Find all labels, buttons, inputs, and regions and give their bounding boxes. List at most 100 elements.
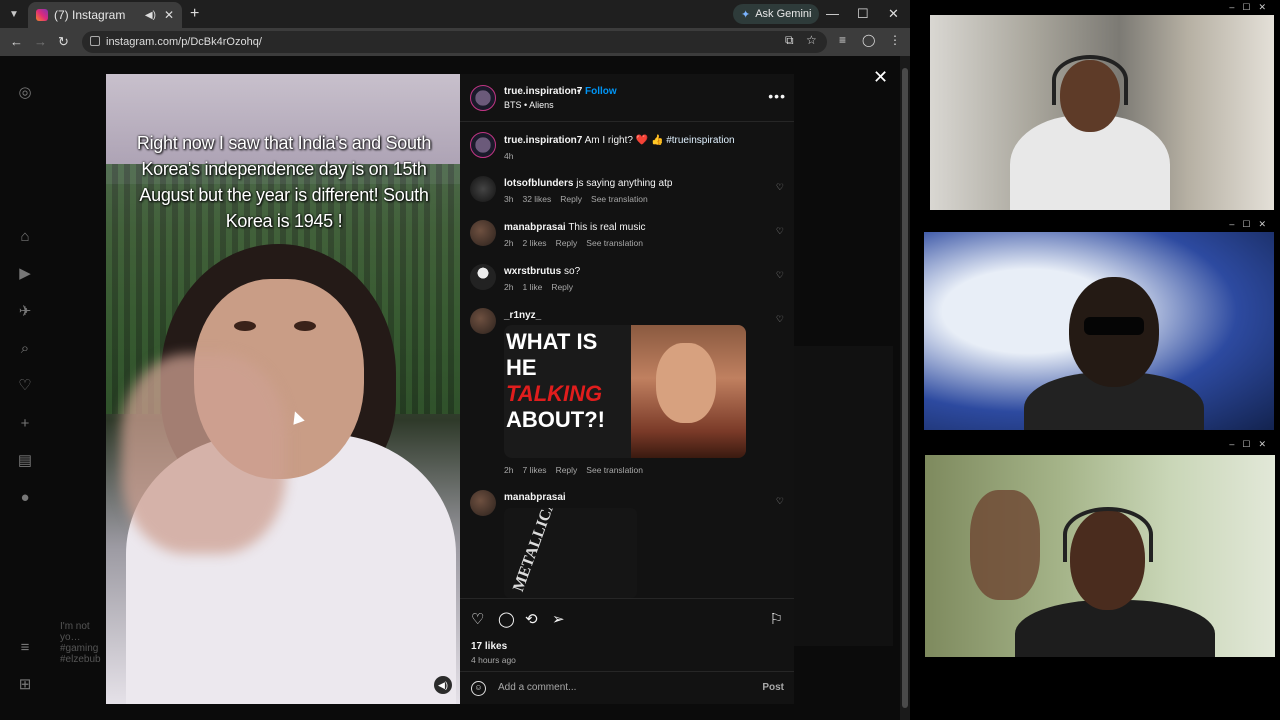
comment-avatar[interactable] [470, 220, 496, 246]
tile-window-controls[interactable]: –☐✕ [1229, 2, 1274, 13]
comment-username[interactable]: manabprasai [504, 492, 566, 503]
comment-username[interactable]: wxrstbrutus [504, 266, 561, 277]
close-modal-icon[interactable]: ✕ [873, 67, 888, 88]
scrollbar-thumb[interactable] [902, 68, 908, 708]
more-menu-icon[interactable]: ≡ [17, 640, 33, 656]
tile-window-controls[interactable]: –☐✕ [1229, 219, 1274, 230]
comment-likes[interactable]: 32 likes [522, 194, 551, 204]
site-info-icon[interactable] [90, 36, 100, 46]
gif-man-head [656, 343, 716, 423]
comment-likes[interactable]: 2 likes [522, 238, 546, 248]
create-icon[interactable]: + [17, 416, 33, 432]
url-text: instagram.com/p/DcBk4rOzohq/ [106, 36, 262, 48]
address-bar[interactable]: instagram.com/p/DcBk4rOzohq/ [82, 31, 827, 53]
caption-hashtag[interactable]: #trueinspiration [666, 135, 734, 146]
comment-meta: 2h 2 likes Reply See translation [504, 238, 652, 248]
caption-avatar[interactable] [470, 132, 496, 158]
comment-like-heart-icon[interactable]: ♡ [776, 270, 784, 281]
comment-gif[interactable]: WHAT IS HE TALKING ABOUT?! [504, 325, 746, 458]
reply-button[interactable]: Reply [551, 282, 573, 292]
comment-avatar[interactable] [470, 490, 496, 516]
webcam-feed-3 [925, 455, 1275, 657]
minimize-button[interactable]: — [826, 6, 839, 21]
video-caption-overlay: Right now I saw that India's and South K… [136, 133, 432, 231]
menu-kebab-icon[interactable]: ⋮ [889, 33, 901, 47]
comment-username[interactable]: _r1nyz_ [504, 310, 541, 321]
comment-icon[interactable]: ◯ [498, 610, 515, 628]
reels-icon[interactable]: ▶ [17, 266, 33, 282]
author-username[interactable]: true.inspiration7 [504, 86, 582, 97]
comment-like-heart-icon[interactable]: ♡ [776, 314, 784, 325]
likes-count[interactable]: 17 likes [471, 641, 507, 652]
repost-icon[interactable]: ⟲ [525, 610, 538, 628]
share-icon[interactable]: ➢ [552, 610, 565, 628]
gemini-icon: ✦ [741, 8, 751, 21]
reply-button[interactable]: Reply [556, 465, 578, 475]
search-icon[interactable]: ⌕ [17, 341, 33, 357]
video-tile-3: –☐✕ [925, 437, 1280, 657]
add-comment-input[interactable]: Add a comment... [498, 682, 576, 693]
like-heart-icon[interactable]: ♡ [471, 610, 484, 628]
audio-toggle-icon[interactable]: ◀) [434, 676, 452, 694]
back-icon[interactable]: ← [10, 34, 23, 49]
instagram-logo-icon[interactable]: ◎ [17, 85, 33, 101]
home-icon[interactable]: ⌂ [17, 229, 33, 245]
audio-playing-icon[interactable]: ◀) [145, 10, 156, 21]
emoji-icon[interactable]: ☺ [471, 681, 486, 696]
profile-icon[interactable]: ● [17, 490, 33, 506]
ask-gemini-label: Ask Gemini [755, 8, 812, 20]
toolbar: ← → ↻ instagram.com/p/DcBk4rOzohq/ ⧉ ☆ ≡… [0, 28, 910, 56]
dashboard-icon[interactable]: ▤ [17, 453, 33, 469]
comment-time: 2h [504, 282, 514, 292]
comment-username[interactable]: manabprasai [504, 222, 566, 233]
page-scrollbar[interactable] [900, 56, 910, 720]
close-window-button[interactable]: ✕ [888, 6, 899, 22]
tab-search-icon[interactable]: ▼ [0, 0, 28, 28]
post-modal: Right now I saw that India's and South K… [106, 74, 794, 704]
follow-button[interactable]: Follow [585, 86, 617, 97]
gesturing-hand [970, 490, 1040, 600]
comment-like-heart-icon[interactable]: ♡ [776, 182, 784, 193]
maximize-button[interactable]: ☐ [857, 6, 869, 22]
posted-time: 4 hours ago [471, 655, 516, 665]
tile-window-controls[interactable]: –☐✕ [1229, 439, 1274, 450]
audio-track[interactable]: BTS • Aliens [504, 100, 554, 110]
tab-instagram[interactable]: (7) Instagram ◀) ✕ [28, 2, 182, 28]
post-comment-button[interactable]: Post [762, 682, 784, 693]
reply-button[interactable]: Reply [560, 194, 582, 204]
see-translation-button[interactable]: See translation [586, 465, 643, 475]
see-translation-button[interactable]: See translation [586, 238, 643, 248]
forward-icon[interactable]: → [34, 34, 47, 49]
messages-icon[interactable]: ✈ [17, 304, 33, 320]
also-from-meta-icon[interactable]: ⊞ [17, 677, 33, 693]
install-app-icon[interactable]: ⧉ [785, 33, 794, 48]
post-header: true.inspiration7 • Follow BTS • Aliens … [460, 74, 794, 122]
author-avatar[interactable] [470, 85, 496, 111]
more-options-icon[interactable]: ••• [768, 88, 786, 104]
bookmark-icon[interactable]: ⚐ [770, 610, 783, 628]
new-tab-button[interactable]: + [190, 5, 199, 23]
caption-time: 4h [504, 151, 514, 161]
gif-line: WHAT IS [506, 329, 598, 354]
comment-avatar[interactable] [470, 176, 496, 202]
post-video[interactable]: Right now I saw that India's and South K… [106, 74, 460, 704]
caption-username[interactable]: true.inspiration7 [504, 135, 582, 146]
reading-list-icon[interactable]: ≡ [839, 33, 846, 47]
comment-avatar[interactable] [470, 308, 496, 334]
see-translation-button[interactable]: See translation [591, 194, 648, 204]
comment-likes[interactable]: 1 like [522, 282, 542, 292]
comment-image-metallica[interactable]: METALLICA [504, 508, 637, 598]
reload-icon[interactable]: ↻ [58, 34, 69, 50]
post-actions: ♡ ◯ ⟲ ➢ ⚐ 17 likes 4 hours ago ☺ Add a c… [460, 598, 794, 704]
notifications-heart-icon[interactable]: ♡ [17, 378, 33, 394]
comment-likes[interactable]: 7 likes [522, 465, 546, 475]
comment-like-heart-icon[interactable]: ♡ [776, 226, 784, 237]
ask-gemini-button[interactable]: ✦ Ask Gemini [733, 4, 820, 24]
profile-avatar-icon[interactable]: ◯ [862, 33, 875, 47]
comment-avatar[interactable] [470, 264, 496, 290]
tab-close-icon[interactable]: ✕ [164, 8, 174, 22]
comment-like-heart-icon[interactable]: ♡ [776, 496, 784, 507]
bookmark-star-icon[interactable]: ☆ [806, 33, 817, 47]
comment-username[interactable]: lotsofblunders [504, 178, 573, 189]
reply-button[interactable]: Reply [556, 238, 578, 248]
